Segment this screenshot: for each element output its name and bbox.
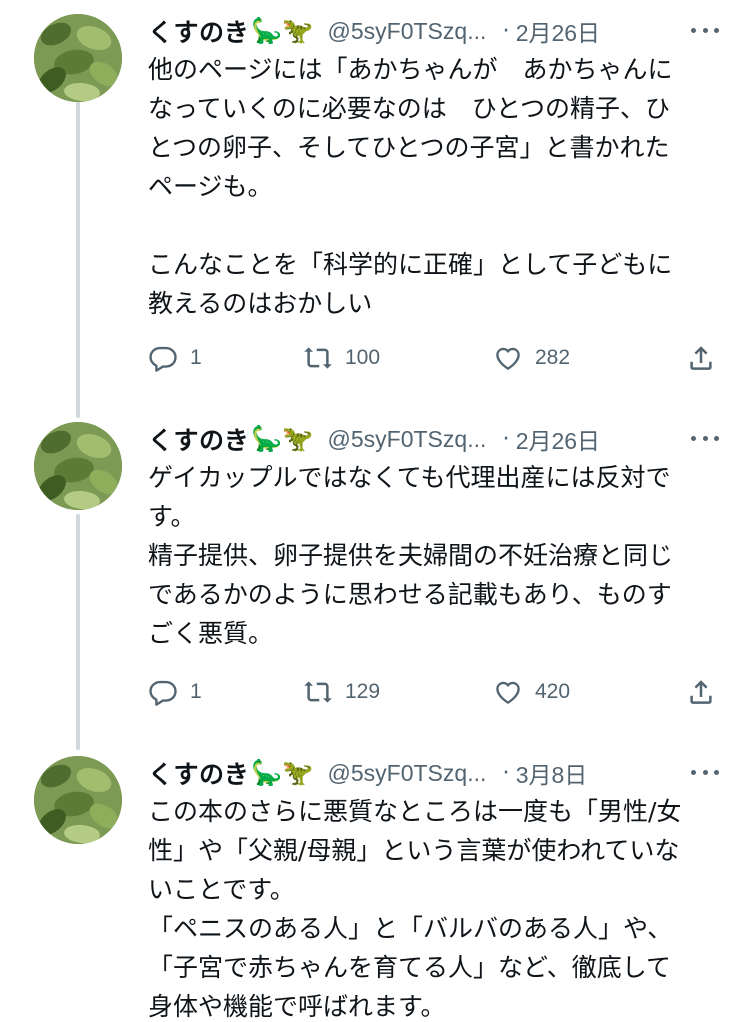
action-bar: 1 129 420: [148, 672, 718, 712]
more-icon[interactable]: [688, 16, 722, 44]
tweet-header: くすのき 🦕🦖 @5syF0TSzq... · 3月8日: [148, 752, 722, 794]
author-name[interactable]: くすのき: [148, 421, 249, 457]
repost-button[interactable]: 100: [303, 338, 380, 378]
reply-count: 1: [190, 680, 202, 703]
tweet-text: この本のさらに悪質なところは一度も「男性/女 性」や「父親/母親」という言葉が使…: [148, 797, 682, 1021]
tweet-text: 他のページには「あかちゃんが あかちゃんに なっていくのに必要なのは ひとつの精…: [148, 55, 673, 318]
author-name[interactable]: くすのき: [148, 755, 249, 791]
share-icon: [690, 346, 712, 370]
tweet-header: くすのき 🦕🦖 @5syF0TSzq... · 2月26日: [148, 10, 722, 52]
tweet-date[interactable]: 2月26日: [516, 14, 600, 48]
heart-icon: [496, 347, 520, 370]
repost-icon: [304, 347, 332, 369]
separator-dot: ·: [502, 18, 510, 44]
repost-count: 100: [345, 346, 381, 369]
share-icon: [690, 680, 712, 704]
action-bar: 1 100 282: [148, 338, 718, 378]
tweet[interactable]: くすのき 🦕🦖 @5syF0TSzq... · 3月8日 この本のさらに悪質なと…: [0, 752, 750, 1022]
author-name[interactable]: くすのき: [148, 13, 249, 49]
tweet-date[interactable]: 2月26日: [516, 422, 600, 456]
reply-button[interactable]: 1: [148, 672, 202, 712]
tweet-date[interactable]: 3月8日: [516, 756, 588, 790]
like-count: 282: [535, 346, 571, 369]
repost-icon: [304, 681, 332, 703]
tweet-text: ゲイカップルではなくても代理出産には反対で す。 精子提供、卵子提供を夫婦間の不…: [148, 463, 674, 648]
tweet[interactable]: くすのき 🦕🦖 @5syF0TSzq... · 2月26日 他のページには「あか…: [0, 10, 750, 400]
separator-dot: ·: [502, 760, 510, 786]
tweet-header: くすのき 🦕🦖 @5syF0TSzq... · 2月26日: [148, 418, 722, 460]
avatar[interactable]: [34, 422, 122, 510]
share-button[interactable]: [686, 672, 716, 712]
avatar-image: [34, 756, 122, 844]
repost-count: 129: [345, 680, 381, 703]
like-count: 420: [535, 680, 571, 703]
avatar-image: [34, 422, 122, 510]
avatar-image: [34, 14, 122, 102]
more-icon[interactable]: [688, 424, 722, 452]
reply-count: 1: [190, 346, 202, 369]
author-handle[interactable]: @5syF0TSzq...: [328, 18, 487, 45]
repost-button[interactable]: 129: [303, 672, 380, 712]
avatar[interactable]: [34, 14, 122, 102]
reply-icon: [149, 680, 177, 706]
author-emoji: 🦕🦖: [251, 758, 314, 787]
tweet[interactable]: くすのき 🦕🦖 @5syF0TSzq... · 2月26日 ゲイカップルではなく…: [0, 418, 750, 738]
reply-button[interactable]: 1: [148, 338, 202, 378]
more-icon[interactable]: [688, 758, 722, 786]
separator-dot: ·: [502, 426, 510, 452]
like-button[interactable]: 420: [493, 672, 570, 712]
like-button[interactable]: 282: [493, 338, 570, 378]
avatar[interactable]: [34, 756, 122, 844]
share-button[interactable]: [686, 338, 716, 378]
author-emoji: 🦕🦖: [251, 16, 314, 45]
heart-icon: [496, 681, 520, 704]
author-emoji: 🦕🦖: [251, 424, 314, 453]
reply-icon: [149, 346, 177, 372]
author-handle[interactable]: @5syF0TSzq...: [328, 760, 487, 787]
author-handle[interactable]: @5syF0TSzq...: [328, 426, 487, 453]
